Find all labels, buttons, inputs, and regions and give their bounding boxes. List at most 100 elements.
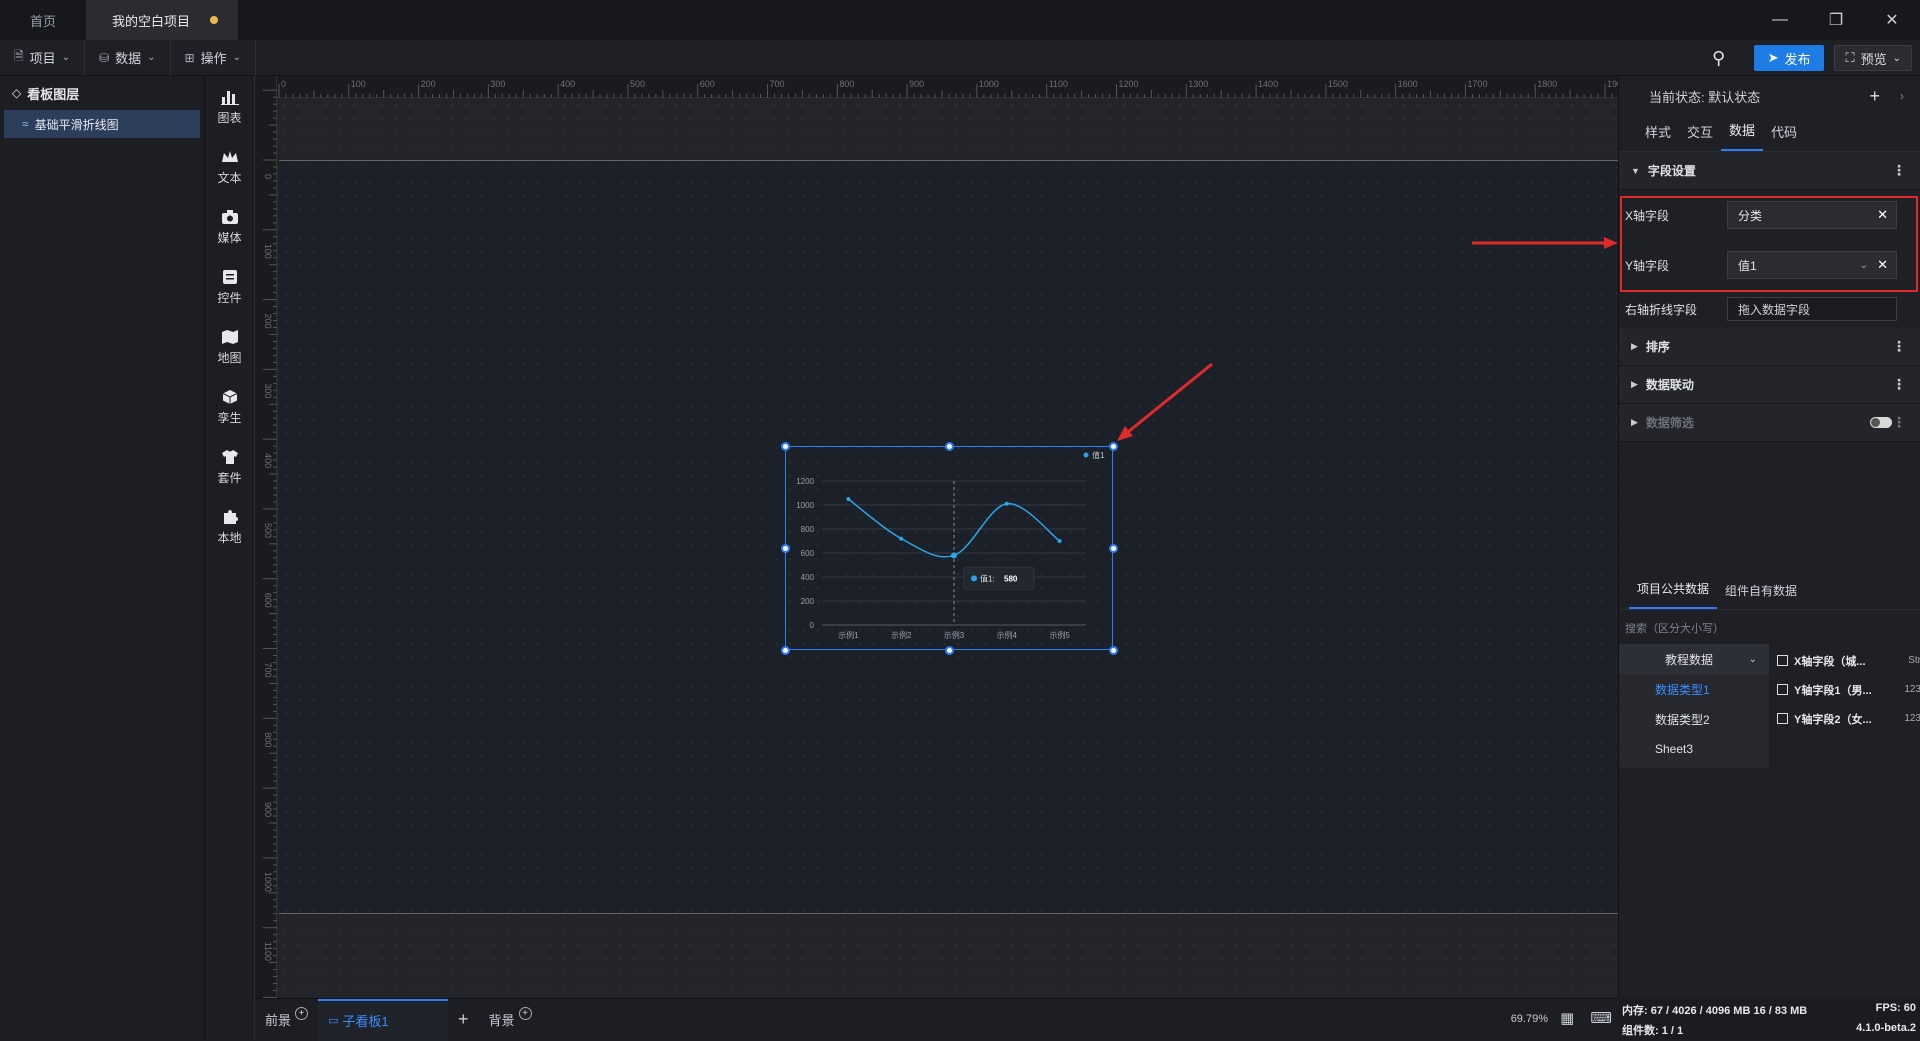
field-label: X轴字段（城... [1794,655,1866,668]
close-icon[interactable]: ✕ [1864,0,1920,40]
comp-twin[interactable]: 孪生 [205,376,254,436]
comp-label: 文本 [217,170,242,185]
resize-handle[interactable] [945,442,954,451]
layers-panel: ◇ 看板图层 ≈ 基础平滑折线图 [0,76,205,1040]
comp-label: 控件 [217,290,242,305]
ruler-tick-label: 100 [351,79,366,89]
data-point [1004,501,1009,506]
monitor-icon: ▭ [328,1015,339,1027]
tab-label: 前景 [265,1013,292,1028]
section-linkage[interactable]: ▶ 数据联动 ⋮ [1619,366,1920,404]
comp-suite[interactable]: 套件 [205,436,254,496]
ruler-left[interactable]: 0 100 200 300 400 500 600 700 800 900 1000 1100 [255,76,277,998]
database-icon: ⛁ [99,50,110,65]
send-icon: ➤ [1767,50,1779,65]
canvas-area[interactable]: 0 100 200 300 400 500 600 700 800 900 1000 1100 1200… [255,76,1618,998]
data-field[interactable]: Y轴字段2（女... 123 [1777,704,1920,733]
dataset-item[interactable]: 数据类型1 [1619,674,1769,704]
resize-handle[interactable] [781,646,790,655]
annotation-arrow [1117,362,1213,441]
version-label: 4.1.0-beta.2 [1856,1022,1916,1034]
tab-component-data[interactable]: 组件自有数据 [1717,582,1805,609]
checkbox[interactable] [1777,713,1788,724]
chart-widget[interactable]: 0 200 400 600 800 1000 1200 示例1 示例2 示例3 示例4 示例5 值1 值1… [781,442,1118,655]
resize-handle[interactable] [1109,442,1118,451]
more-icon[interactable]: ⋮ [1892,162,1906,179]
more-icon[interactable]: ⋮ [1892,414,1906,431]
ruler-tick-label: 1500 [1328,79,1348,89]
tab-data[interactable]: 数据 [1721,120,1764,151]
comp-chart[interactable]: 图表 [205,76,254,136]
section-sort[interactable]: ▶ 排序 ⋮ [1619,328,1920,366]
keyboard-icon[interactable]: ⌨ [1590,1009,1612,1027]
data-point [1057,539,1062,543]
resize-handle[interactable] [1109,646,1118,655]
data-field[interactable]: X轴字段（城... Str [1777,646,1920,675]
minimize-icon[interactable]: — [1752,0,1808,40]
menu-data[interactable]: ⛁ 数据 ⌄ [85,39,171,76]
comp-map[interactable]: 地图 [205,316,254,376]
tab-subboard[interactable]: ▭ 子看板1 [318,998,449,1041]
zoom-level[interactable]: 69.79% [1511,1013,1548,1025]
resize-handle[interactable] [781,544,790,553]
restore-icon[interactable]: ❐ [1808,0,1864,40]
section-field-settings[interactable]: ▼ 字段设置 ⋮ [1619,152,1920,190]
filter-toggle[interactable] [1870,417,1892,428]
data-point [899,536,904,541]
menu-label: 项目 [29,51,56,66]
tab-code[interactable]: 代码 [1763,122,1805,151]
resize-handle[interactable] [945,646,954,655]
section-title: 数据筛选 [1645,416,1694,430]
comp-text[interactable]: 文本 [205,136,254,196]
data-point [846,497,851,501]
dataset-item[interactable]: 数据类型2 [1619,704,1769,734]
more-icon[interactable]: ⋮ [1892,338,1906,355]
layer-item[interactable]: ≈ 基础平滑折线图 [4,110,200,138]
comp-control[interactable]: 控件 [205,256,254,316]
right-axis-input[interactable]: 拖入数据字段 [1727,297,1897,321]
data-field[interactable]: Y轴字段1（男... 123 [1777,675,1920,704]
ruler-tick-label: 1000 [979,79,999,89]
ruler-tick-label: 800 [263,732,273,747]
add-circle-icon[interactable]: + [295,1007,309,1020]
tab-home[interactable]: 首页 [0,0,86,40]
ruler-tick-label: 0 [281,79,286,89]
menu-project[interactable]: 🗎 项目 ⌄ [0,39,86,76]
field-label: Y轴字段1（男... [1794,684,1872,697]
comp-media[interactable]: 媒体 [205,196,254,256]
tab-project[interactable]: 我的空白项目 [86,0,239,40]
resize-handle[interactable] [1109,544,1118,553]
tab-style[interactable]: 样式 [1637,122,1679,151]
tab-foreground[interactable]: 前景 + [255,999,318,1041]
add-board-button[interactable]: + [448,999,479,1041]
data-search-input[interactable]: 搜索（区分大小写） [1625,620,1724,636]
comp-local[interactable]: 本地 [205,496,254,556]
tab-interaction[interactable]: 交互 [1679,122,1721,151]
checkbox[interactable] [1777,684,1788,695]
fit-screen-icon[interactable]: ▦ [1560,1009,1574,1027]
tooltip-marker [971,575,977,582]
comp-label: 地图 [217,350,242,365]
add-state-icon[interactable]: + [1869,86,1880,107]
chevron-right-icon[interactable]: › [1900,89,1904,103]
legend-marker [1083,452,1089,458]
more-icon[interactable]: ⋮ [1892,376,1906,393]
menu-operation[interactable]: ⊞ 操作 ⌄ [171,39,256,76]
publish-button[interactable]: ➤ 发布 [1753,45,1825,71]
resize-handle[interactable] [781,442,790,451]
ruler-tick-label: 400 [560,79,575,89]
section-filter[interactable]: ▶ 数据筛选 ⋮ [1619,404,1920,442]
checkbox[interactable] [1777,655,1788,666]
document-icon: 🗎 [14,49,24,63]
dataset-item[interactable]: Sheet3 [1619,734,1769,764]
ruler-top[interactable]: 0 100 200 300 400 500 600 700 800 900 1000 1100 1200… [255,76,1618,98]
preview-button[interactable]: ⛶ 预览 ⌄ [1834,45,1912,71]
field-type: 123 [1904,684,1920,695]
search-icon[interactable]: ⚲ [1706,45,1732,71]
tab-background[interactable]: 背景 + [479,999,542,1041]
tab-project-data[interactable]: 项目公共数据 [1629,580,1718,609]
ruler-tick-label: 800 [839,79,854,89]
dataset-group[interactable]: 教程数据 ⌄ [1619,644,1769,674]
add-circle-icon[interactable]: + [518,1007,532,1020]
tooltip-value: 580 [1004,574,1018,583]
